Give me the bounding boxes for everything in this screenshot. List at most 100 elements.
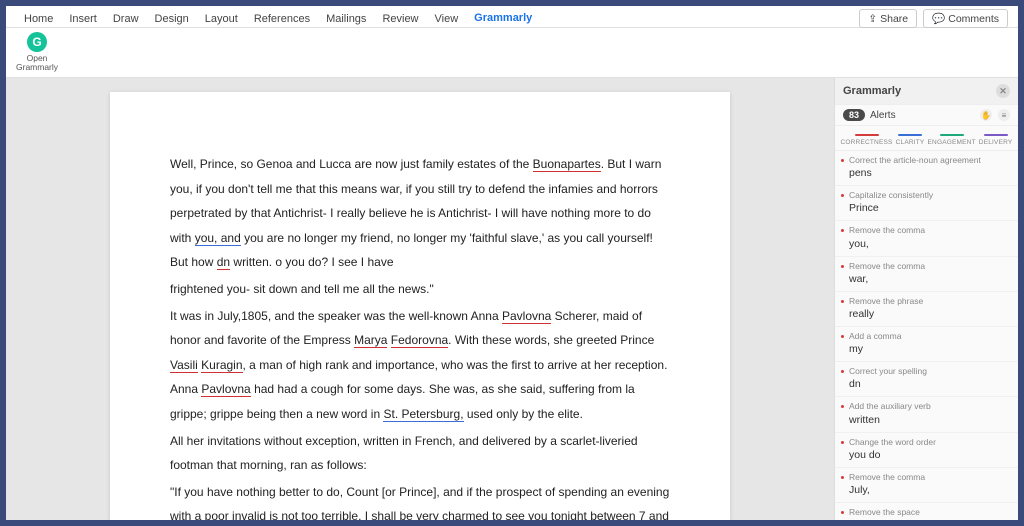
suggestion-title: Correct the article-noun agreement — [849, 155, 1010, 165]
alerts-row: 83 Alerts ✋ ≡ — [835, 105, 1018, 126]
spelling-flag[interactable]: Fedorovna — [391, 333, 448, 348]
suggestion-dot-icon — [841, 194, 844, 197]
tab-mailings[interactable]: Mailings — [318, 9, 374, 29]
suggestion-title: Capitalize consistently — [849, 190, 1010, 200]
grammarly-sidebar: Grammarly ✕ 83 Alerts ✋ ≡ CORRECTNESS CL… — [834, 78, 1018, 520]
hand-icon[interactable]: ✋ — [980, 109, 992, 121]
suggestion-word: you, — [849, 238, 1010, 250]
suggestions-list[interactable]: Correct the article-noun agreement pens Ca… — [835, 151, 1018, 520]
comment-icon: 💬 — [932, 12, 945, 25]
suggestion-word: pens — [849, 167, 1010, 179]
suggestion-title: Remove the comma — [849, 261, 1010, 271]
suggestion-dot-icon — [841, 159, 844, 162]
suggestion-item[interactable]: Add the auxiliary verb written — [835, 397, 1018, 432]
spelling-flag[interactable]: Marya — [354, 333, 387, 348]
suggestion-dot-icon — [841, 335, 844, 338]
share-button[interactable]: ⇪ Share — [859, 9, 917, 28]
share-label: Share — [880, 13, 908, 25]
spelling-flag[interactable]: Buonapartes — [533, 157, 601, 172]
suggestion-title: Remove the space — [849, 507, 1010, 517]
suggestion-item[interactable]: Correct your spelling dn — [835, 362, 1018, 397]
suggestion-dot-icon — [841, 441, 844, 444]
close-icon[interactable]: ✕ — [996, 84, 1010, 98]
ribbon-tabs: Home Insert Draw Design Layout Reference… — [6, 6, 1018, 28]
category-delivery[interactable]: DELIVERY — [979, 134, 1013, 146]
suggestion-word: really — [849, 308, 1010, 320]
suggestion-word: my — [849, 343, 1010, 355]
document-canvas[interactable]: Well, Prince, so Genoa and Lucca are now… — [6, 78, 834, 520]
paragraph[interactable]: It was in July,1805, and the speaker was… — [170, 304, 670, 427]
suggestion-title: Add a comma — [849, 331, 1010, 341]
tab-insert[interactable]: Insert — [61, 9, 105, 29]
spelling-flag[interactable]: Pavlovna — [201, 382, 250, 397]
suggestion-item[interactable]: Remove the comma you, — [835, 221, 1018, 256]
grammar-flag[interactable]: St. Petersburg, — [383, 407, 463, 422]
suggestion-dot-icon — [841, 300, 844, 303]
tab-home[interactable]: Home — [16, 9, 61, 29]
category-correctness[interactable]: CORRECTNESS — [841, 134, 893, 146]
suggestion-item[interactable]: Add a comma my — [835, 327, 1018, 362]
share-icon: ⇪ — [868, 13, 877, 25]
comments-label: Comments — [948, 13, 999, 25]
suggestion-dot-icon — [841, 476, 844, 479]
suggestion-item[interactable]: Remove the comma July, — [835, 468, 1018, 503]
spelling-flag[interactable]: Vasili — [170, 358, 198, 373]
category-engagement[interactable]: ENGAGEMENT — [928, 134, 976, 146]
paragraph[interactable]: frightened you- sit down and tell me all… — [170, 277, 670, 302]
category-clarity[interactable]: CLARITY — [896, 134, 925, 146]
ribbon-toolbar: G Open Grammarly — [6, 28, 1018, 78]
app-window: Home Insert Draw Design Layout Reference… — [6, 6, 1018, 520]
paragraph[interactable]: Well, Prince, so Genoa and Lucca are now… — [170, 152, 670, 275]
suggestion-item[interactable]: Change the word orderyou do — [835, 433, 1018, 468]
suggestion-title: Change the word order — [849, 437, 1010, 447]
suggestion-item[interactable]: Remove the comma war, — [835, 257, 1018, 292]
sidebar-title: Grammarly — [843, 85, 901, 97]
spelling-flag[interactable]: Kuragin — [201, 358, 242, 373]
suggestion-dot-icon — [841, 265, 844, 268]
document-page[interactable]: Well, Prince, so Genoa and Lucca are now… — [110, 92, 730, 520]
suggestion-dot-icon — [841, 405, 844, 408]
suggestion-dot-icon — [841, 229, 844, 232]
tab-layout[interactable]: Layout — [197, 9, 246, 29]
suggestion-dot-icon — [841, 370, 844, 373]
tab-grammarly[interactable]: Grammarly — [466, 8, 540, 30]
alerts-label: Alerts — [870, 110, 896, 121]
tab-references[interactable]: References — [246, 9, 318, 29]
alert-categories: CORRECTNESS CLARITY ENGAGEMENT DELIVERY — [835, 126, 1018, 151]
open-grammarly-label: Open Grammarly — [16, 54, 58, 71]
paragraph[interactable]: All her invitations without exception, w… — [170, 429, 670, 478]
suggestion-title: Remove the comma — [849, 225, 1010, 235]
suggestion-word: and favorite — [849, 519, 1010, 520]
suggestion-title: Add the auxiliary verb — [849, 401, 1010, 411]
suggestion-item[interactable]: Capitalize consistently Prince — [835, 186, 1018, 221]
suggestion-title: Correct your spelling — [849, 366, 1010, 376]
tab-review[interactable]: Review — [374, 9, 426, 29]
suggestion-item[interactable]: Correct the article-noun agreement pens — [835, 151, 1018, 186]
tab-design[interactable]: Design — [147, 9, 197, 29]
alert-count-badge: 83 — [843, 109, 865, 121]
suggestion-title: Remove the phrase — [849, 296, 1010, 306]
suggestion-word: war, — [849, 273, 1010, 285]
comments-button[interactable]: 💬 Comments — [923, 9, 1008, 28]
filter-icon[interactable]: ≡ — [998, 109, 1010, 121]
suggestion-word: July, — [849, 484, 1010, 496]
paragraph[interactable]: "If you have nothing better to do, Count… — [170, 480, 670, 520]
suggestion-word: dn — [849, 378, 1010, 390]
grammar-flag[interactable]: you, — [195, 231, 218, 246]
suggestion-dot-icon — [841, 511, 844, 514]
suggestion-word: Prince — [849, 202, 1010, 214]
main-area: Well, Prince, so Genoa and Lucca are now… — [6, 78, 1018, 520]
tab-draw[interactable]: Draw — [105, 9, 147, 29]
spelling-flag[interactable]: Pavlovna — [502, 309, 551, 324]
open-grammarly-button[interactable]: G Open Grammarly — [16, 32, 58, 71]
spelling-flag[interactable]: dn — [217, 255, 230, 270]
suggestion-title: Remove the comma — [849, 472, 1010, 482]
ribbon-right: ⇪ Share 💬 Comments — [859, 9, 1008, 28]
tab-view[interactable]: View — [427, 9, 467, 29]
sidebar-header: Grammarly ✕ — [835, 78, 1018, 105]
suggestion-item[interactable]: Remove the space and favorite — [835, 503, 1018, 520]
alerts-icons: ✋ ≡ — [980, 109, 1010, 121]
suggestion-word: written — [849, 414, 1010, 426]
suggestion-item[interactable]: Remove the phrase really — [835, 292, 1018, 327]
grammar-flag[interactable]: and — [221, 231, 241, 246]
